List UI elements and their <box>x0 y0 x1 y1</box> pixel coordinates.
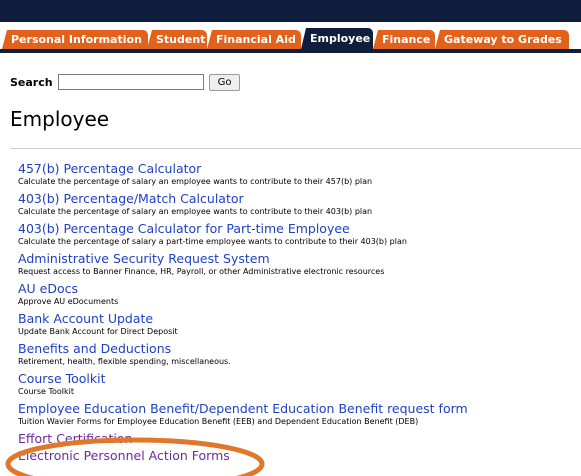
list-item: Employee Education Benefit/Dependent Edu… <box>18 401 578 431</box>
link-403b-part-time-calculator[interactable]: 403(b) Percentage Calculator for Part-ti… <box>18 221 578 236</box>
link-course-toolkit[interactable]: Course Toolkit <box>18 371 578 386</box>
tab-student[interactable]: Student <box>147 30 207 49</box>
item-description: Update Bank Account for Direct Deposit <box>18 327 178 336</box>
go-button[interactable]: Go <box>208 73 241 91</box>
main-tab-bar: Personal Information Student Financial A… <box>0 22 581 53</box>
list-item: Course Toolkit Course Toolkit <box>18 371 578 401</box>
item-description: Request access to Banner Finance, HR, Pa… <box>18 267 385 276</box>
search-bar: Search Go <box>10 73 241 91</box>
list-item: Administrative Security Request System R… <box>18 251 578 281</box>
item-description: Calculate the percentage of salary an em… <box>18 177 373 186</box>
link-electronic-personnel-action-forms[interactable]: Electronic Personnel Action Forms <box>18 448 578 463</box>
item-description: Course Toolkit <box>18 387 75 396</box>
link-effort-certification[interactable]: Effort Certification <box>18 431 578 446</box>
list-item: 403(b) Percentage/Match Calculator Calcu… <box>18 191 578 221</box>
item-description: Calculate the percentage of salary an em… <box>18 207 373 216</box>
tab-personal-information[interactable]: Personal Information <box>2 30 148 49</box>
item-description: Retirement, health, flexible spending, m… <box>18 357 231 366</box>
search-input[interactable] <box>57 74 204 90</box>
item-description: Tuition Wavier Forms for Employee Educat… <box>18 417 419 426</box>
title-divider <box>10 148 581 149</box>
search-label: Search <box>10 75 53 89</box>
list-item: Effort Certification <box>18 431 578 448</box>
link-benefits-deductions[interactable]: Benefits and Deductions <box>18 341 578 356</box>
list-item: 457(b) Percentage Calculator Calculate t… <box>18 161 578 191</box>
tab-finance[interactable]: Finance <box>373 30 435 49</box>
link-403b-match-calculator[interactable]: 403(b) Percentage/Match Calculator <box>18 191 578 206</box>
link-education-benefit-form[interactable]: Employee Education Benefit/Dependent Edu… <box>18 401 578 416</box>
item-description: Calculate the percentage of salary a par… <box>18 237 407 246</box>
list-item: Bank Account Update Update Bank Account … <box>18 311 578 341</box>
page-title: Employee <box>10 107 110 131</box>
list-item: Electronic Personnel Action Forms <box>18 448 578 468</box>
employee-menu-list: 457(b) Percentage Calculator Calculate t… <box>18 161 578 468</box>
tab-gateway-to-grades[interactable]: Gateway to Grades <box>435 30 569 49</box>
tab-employee[interactable]: Employee <box>301 28 373 49</box>
list-item: AU eDocs Approve AU eDocuments <box>18 281 578 311</box>
tab-financial-aid[interactable]: Financial Aid <box>207 30 301 49</box>
link-admin-security-request[interactable]: Administrative Security Request System <box>18 251 578 266</box>
list-item: 403(b) Percentage Calculator for Part-ti… <box>18 221 578 251</box>
top-banner <box>0 0 581 22</box>
link-bank-account-update[interactable]: Bank Account Update <box>18 311 578 326</box>
link-au-edocs[interactable]: AU eDocs <box>18 281 578 296</box>
item-description: Approve AU eDocuments <box>18 297 119 306</box>
list-item: Benefits and Deductions Retirement, heal… <box>18 341 578 371</box>
link-457b-calculator[interactable]: 457(b) Percentage Calculator <box>18 161 578 176</box>
